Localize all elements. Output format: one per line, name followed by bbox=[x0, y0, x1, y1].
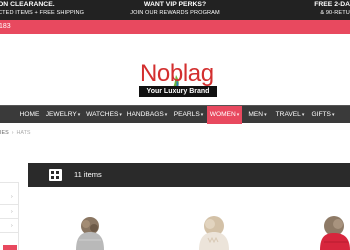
sidebar-divider bbox=[0, 218, 18, 219]
chevron-right-icon[interactable]: › bbox=[11, 209, 13, 215]
nav-item-jewelry[interactable]: JEWELRY▾ bbox=[45, 106, 81, 124]
sidebar-divider bbox=[0, 182, 18, 183]
nav-item-travel[interactable]: TRAVEL▾ bbox=[274, 106, 306, 124]
sidebar-divider bbox=[0, 204, 18, 205]
sidebar-divider bbox=[0, 232, 18, 233]
chevron-right-icon[interactable]: › bbox=[11, 194, 13, 200]
filter-sidebar: › › › bbox=[0, 182, 19, 250]
chevron-down-icon: ▾ bbox=[77, 112, 81, 118]
nav-item-watches[interactable]: WATCHES▾ bbox=[84, 106, 124, 124]
promo-shipping[interactable]: FREE 2-DAY & 90-RETUR bbox=[314, 1, 350, 17]
sidebar-accent bbox=[3, 245, 17, 250]
product-image-hat-cream[interactable] bbox=[192, 216, 236, 250]
nav-label-gifts: GIFTS bbox=[311, 111, 331, 118]
nav-label-pearls: PEARLS bbox=[173, 111, 200, 118]
nav-item-men[interactable]: MEN▾ bbox=[245, 106, 270, 124]
chevron-down-icon: ▾ bbox=[119, 112, 122, 118]
nav-item-gifts[interactable]: GIFTS▾ bbox=[309, 106, 337, 124]
grid-icon[interactable] bbox=[49, 169, 62, 181]
promo-shipping-title: FREE 2-DAY bbox=[314, 1, 350, 8]
promo-bar: ON CLEARANCE. CTED ITEMS + FREE SHIPPING… bbox=[0, 0, 350, 20]
contact-bar: 183 bbox=[0, 20, 350, 34]
nav-label-handbags: HANDBAGS bbox=[126, 111, 164, 118]
chevron-down-icon: ▾ bbox=[301, 112, 305, 118]
chevron-down-icon: ▾ bbox=[264, 112, 267, 118]
nav-label-jewelry: JEWELRY bbox=[45, 111, 77, 118]
nav-label-travel: TRAVEL bbox=[275, 111, 301, 118]
promo-shipping-subtitle: & 90-RETUR bbox=[320, 10, 350, 16]
chevron-down-icon: ▾ bbox=[164, 112, 168, 118]
chevron-down-icon: ▾ bbox=[331, 112, 335, 118]
breadcrumb-separator: › bbox=[11, 130, 14, 136]
nav-item-pearls[interactable]: PEARLS▾ bbox=[172, 106, 205, 124]
main-nav: HOME JEWELRY▾ WATCHES▾ HANDBAGS▾ PEARLS▾… bbox=[0, 105, 350, 124]
product-image-hat-grey[interactable] bbox=[70, 216, 110, 250]
promo-vip-title: WANT VIP PERKS? bbox=[143, 1, 207, 8]
chevron-right-icon[interactable]: › bbox=[11, 223, 13, 229]
chevron-down-icon: ▾ bbox=[200, 112, 204, 118]
phone-number[interactable]: 183 bbox=[0, 22, 11, 31]
nav-label-women: WOMEN bbox=[209, 111, 236, 118]
nav-item-home[interactable]: HOME bbox=[14, 106, 45, 124]
promo-vip[interactable]: WANT VIP PERKS? JOIN OUR REWARDS PROGRAM bbox=[0, 1, 350, 17]
nav-label-home: HOME bbox=[19, 111, 40, 118]
breadcrumb: IES › HATS bbox=[0, 129, 30, 137]
product-grid bbox=[28, 200, 350, 250]
chevron-down-icon: ▾ bbox=[236, 112, 240, 118]
nav-label-watches: WATCHES bbox=[86, 111, 119, 118]
listing-toolbar: 11 items bbox=[28, 163, 350, 187]
nav-item-handbags[interactable]: HANDBAGS▾ bbox=[126, 106, 168, 124]
item-count: 11 items bbox=[74, 170, 102, 179]
logo-wordmark[interactable]: Noblag bbox=[140, 62, 214, 86]
nav-item-women[interactable]: WOMEN▾ bbox=[207, 106, 242, 124]
promo-vip-subtitle: JOIN OUR REWARDS PROGRAM bbox=[130, 10, 220, 16]
nav-label-men: MEN bbox=[248, 111, 264, 118]
product-image-hat-red[interactable] bbox=[314, 216, 350, 250]
breadcrumb-current: HATS bbox=[16, 130, 31, 136]
breadcrumb-parent[interactable]: IES bbox=[0, 130, 9, 136]
logo-tagline: Your Luxury Brand bbox=[139, 86, 217, 97]
